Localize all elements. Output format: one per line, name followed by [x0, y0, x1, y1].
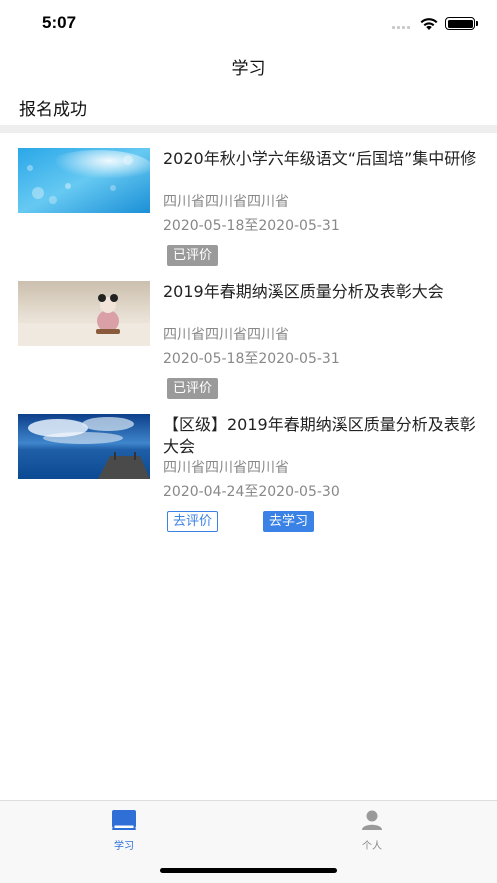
evaluate-button[interactable]: 去评价 — [167, 511, 219, 532]
course-title: 2019年春期纳溪区质量分析及表彰大会 — [163, 282, 444, 301]
course-thumbnail — [18, 414, 150, 479]
course-date: 2020-05-18至2020-05-31 — [163, 218, 340, 234]
tab-label: 个人 — [362, 841, 382, 852]
tab-study[interactable]: 学习 — [94, 809, 154, 852]
study-button[interactable]: 去学习 — [263, 511, 315, 532]
course-item[interactable]: 2019年春期纳溪区质量分析及表彰大会 四川省四川省四川省 2020-05-18… — [0, 281, 497, 409]
home-indicator — [160, 868, 337, 873]
course-item[interactable]: 2020年秋小学六年级语文“后国培”集中研修 四川省四川省四川省 2020-05… — [0, 148, 497, 276]
book-icon — [112, 810, 136, 830]
course-title: 【区级】2019年春期纳溪区质量分析及表彰大会 — [163, 415, 476, 456]
course-region: 四川省四川省四川省 — [163, 460, 289, 476]
course-title: 2020年秋小学六年级语文“后国培”集中研修 — [163, 149, 477, 168]
course-thumbnail — [18, 148, 150, 213]
tab-profile[interactable]: 个人 — [342, 809, 402, 852]
course-region: 四川省四川省四川省 — [163, 327, 289, 343]
tab-label: 学习 — [114, 841, 134, 852]
section-divider — [0, 125, 497, 133]
battery-icon — [445, 17, 478, 30]
course-thumbnail — [18, 281, 150, 346]
evaluated-badge: 已评价 — [167, 378, 219, 399]
status-time: 5:07 — [42, 13, 77, 32]
person-icon — [362, 810, 382, 830]
status-bar: 5:07 — [0, 0, 497, 46]
page-title: 学习 — [231, 59, 266, 79]
course-date: 2020-04-24至2020-05-30 — [163, 484, 340, 500]
wifi-icon — [420, 18, 438, 30]
section-title: 报名成功 — [19, 100, 87, 120]
evaluated-badge: 已评价 — [167, 245, 219, 266]
course-item[interactable]: 【区级】2019年春期纳溪区质量分析及表彰大会 四川省四川省四川省 2020-0… — [0, 414, 497, 542]
signal-icon — [392, 26, 410, 29]
course-region: 四川省四川省四川省 — [163, 194, 289, 210]
course-date: 2020-05-18至2020-05-31 — [163, 351, 340, 367]
